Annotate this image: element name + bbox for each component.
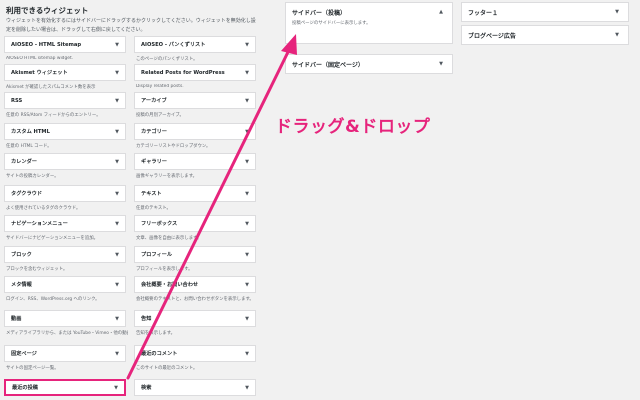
- drag-drop-annotation: ドラッグ&ドロップ: [275, 117, 431, 137]
- drag-arrow: [126, 34, 297, 380]
